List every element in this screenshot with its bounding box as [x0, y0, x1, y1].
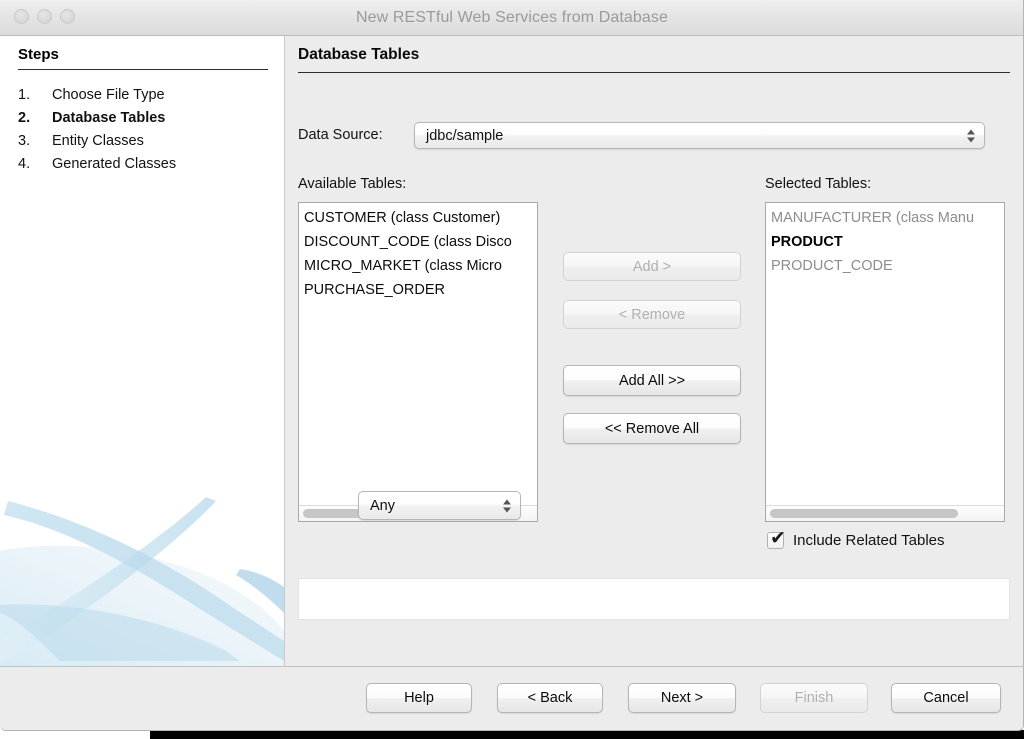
step-item-4: 4. Generated Classes	[18, 153, 273, 176]
list-item[interactable]: PURCHASE_ORDER	[299, 278, 537, 302]
step-label: Entity Classes	[52, 133, 144, 149]
selected-tables-list[interactable]: MANUFACTURER (class Manu PRODUCT PRODUCT…	[765, 202, 1005, 522]
steps-sidebar: Steps 1. Choose File Type 2. Database Ta…	[0, 36, 285, 666]
available-tables-list[interactable]: CUSTOMER (class Customer) DISCOUNT_CODE …	[298, 202, 538, 522]
remove-all-button[interactable]: << Remove All	[563, 413, 741, 444]
window-content: Steps 1. Choose File Type 2. Database Ta…	[0, 36, 1023, 666]
checkmark-icon: ✔	[770, 527, 786, 549]
step-item-3: 3. Entity Classes	[18, 130, 273, 153]
selected-list-items: MANUFACTURER (class Manu PRODUCT PRODUCT…	[766, 206, 1004, 278]
list-item[interactable]: CUSTOMER (class Customer)	[299, 206, 537, 230]
table-filter-select[interactable]: Any	[358, 491, 521, 520]
cancel-button[interactable]: Cancel	[891, 683, 1001, 713]
remove-button[interactable]: < Remove	[563, 300, 741, 329]
desktop-background: New RESTful Web Services from Database S…	[0, 0, 1024, 739]
step-item-1: 1. Choose File Type	[18, 84, 273, 107]
scrollbar-thumb[interactable]	[770, 509, 958, 518]
selected-list-hscrollbar[interactable]	[766, 505, 1004, 521]
checkbox-box[interactable]: ✔	[767, 527, 786, 549]
list-item[interactable]: PRODUCT	[766, 230, 1004, 254]
wizard-footer: Help < Back Next > Finish Cancel	[0, 666, 1023, 730]
step-number: 2.	[18, 110, 31, 126]
data-source-label: Data Source:	[298, 127, 383, 143]
table-filter-value: Any	[370, 497, 395, 514]
data-source-select[interactable]: jdbc/sample	[414, 122, 985, 149]
step-item-2: 2. Database Tables	[18, 107, 273, 130]
window-title: New RESTful Web Services from Database	[355, 9, 669, 26]
database-tables-panel: Database Tables Data Source: jdbc/sample…	[285, 36, 1023, 666]
add-button[interactable]: Add >	[563, 252, 741, 281]
data-source-value: jdbc/sample	[426, 127, 504, 144]
steps-heading: Steps	[18, 46, 59, 63]
available-tables-label: Available Tables:	[298, 176, 407, 192]
list-item[interactable]: PRODUCT_CODE	[766, 254, 1004, 278]
add-all-button[interactable]: Add All >>	[563, 365, 741, 396]
step-number: 3.	[18, 133, 31, 149]
back-button[interactable]: < Back	[497, 683, 603, 713]
available-list-items: CUSTOMER (class Customer) DISCOUNT_CODE …	[299, 206, 537, 302]
step-label: Generated Classes	[52, 156, 177, 172]
window-titlebar[interactable]: New RESTful Web Services from Database	[0, 0, 1023, 36]
steps-list: 1. Choose File Type 2. Database Tables 3…	[18, 84, 273, 176]
list-item[interactable]: DISCOUNT_CODE (class Disco	[299, 230, 537, 254]
list-item[interactable]: MICRO_MARKET (class Micro	[299, 254, 537, 278]
step-label: Database Tables	[52, 110, 166, 126]
finish-button[interactable]: Finish	[760, 683, 868, 713]
panel-divider	[298, 72, 1010, 73]
help-button[interactable]: Help	[366, 683, 472, 713]
include-related-tables-checkbox[interactable]: ✔ Include Related Tables	[767, 527, 945, 549]
step-number: 1.	[18, 87, 31, 103]
info-message-box	[298, 578, 1010, 620]
chevron-updown-icon	[503, 499, 511, 512]
chevron-updown-icon	[967, 129, 975, 142]
decorative-swoosh-graphic	[0, 491, 284, 666]
page-title: Database Tables	[298, 46, 420, 63]
step-label: Choose File Type	[52, 87, 165, 103]
steps-divider	[18, 69, 268, 70]
include-related-tables-label: Include Related Tables	[793, 532, 945, 549]
list-item[interactable]: MANUFACTURER (class Manu	[766, 206, 1004, 230]
next-button[interactable]: Next >	[628, 683, 736, 713]
step-number: 4.	[18, 156, 31, 172]
screen-bottom-strip	[150, 730, 1024, 739]
selected-tables-label: Selected Tables:	[765, 176, 872, 192]
wizard-window: New RESTful Web Services from Database S…	[0, 0, 1024, 731]
